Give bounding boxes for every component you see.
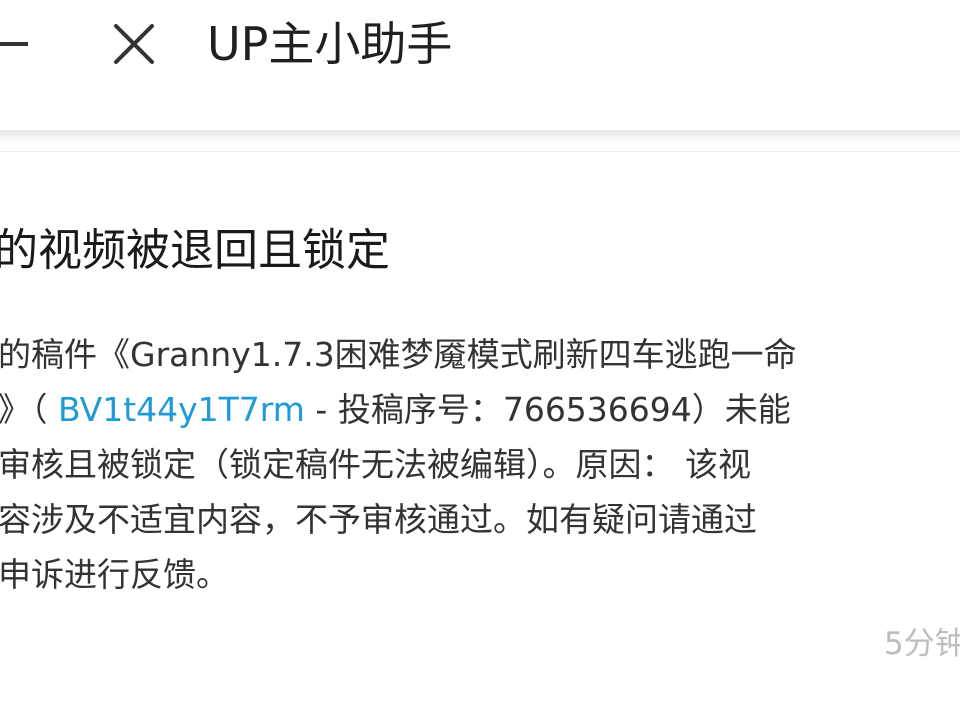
message-line: 审核且被锁定（锁定稿件无法被编辑）。原因： 该视 <box>0 445 751 484</box>
message-body: 的稿件《Granny1.7.3困难梦魇模式刷新四车逃跑一命 》（ BV1t44y… <box>0 327 960 602</box>
message-title: 的视频被退回且锁定 <box>0 225 390 276</box>
back-icon[interactable] <box>0 42 28 46</box>
message-line: 容涉及不适宜内容，不予审核通过。如有疑问请通过 <box>0 500 757 539</box>
message-text: - 投稿序号：766536694）未能 <box>304 390 791 429</box>
message-line: 申诉进行反馈。 <box>0 555 229 594</box>
app-header: UP主小助手 <box>0 0 960 130</box>
header-divider <box>0 130 960 144</box>
message-line: 》（ BV1t44y1T7rm - 投稿序号：766536694）未能 <box>0 382 960 437</box>
message-text: 》（ <box>0 390 58 429</box>
bv-link[interactable]: BV1t44y1T7rm <box>58 390 305 429</box>
close-icon[interactable] <box>112 22 156 66</box>
message-line: 的稿件《Granny1.7.3困难梦魇模式刷新四车逃跑一命 <box>0 335 797 374</box>
page-title: UP主小助手 <box>207 17 453 71</box>
message-timestamp: 5分钟 <box>884 626 960 662</box>
